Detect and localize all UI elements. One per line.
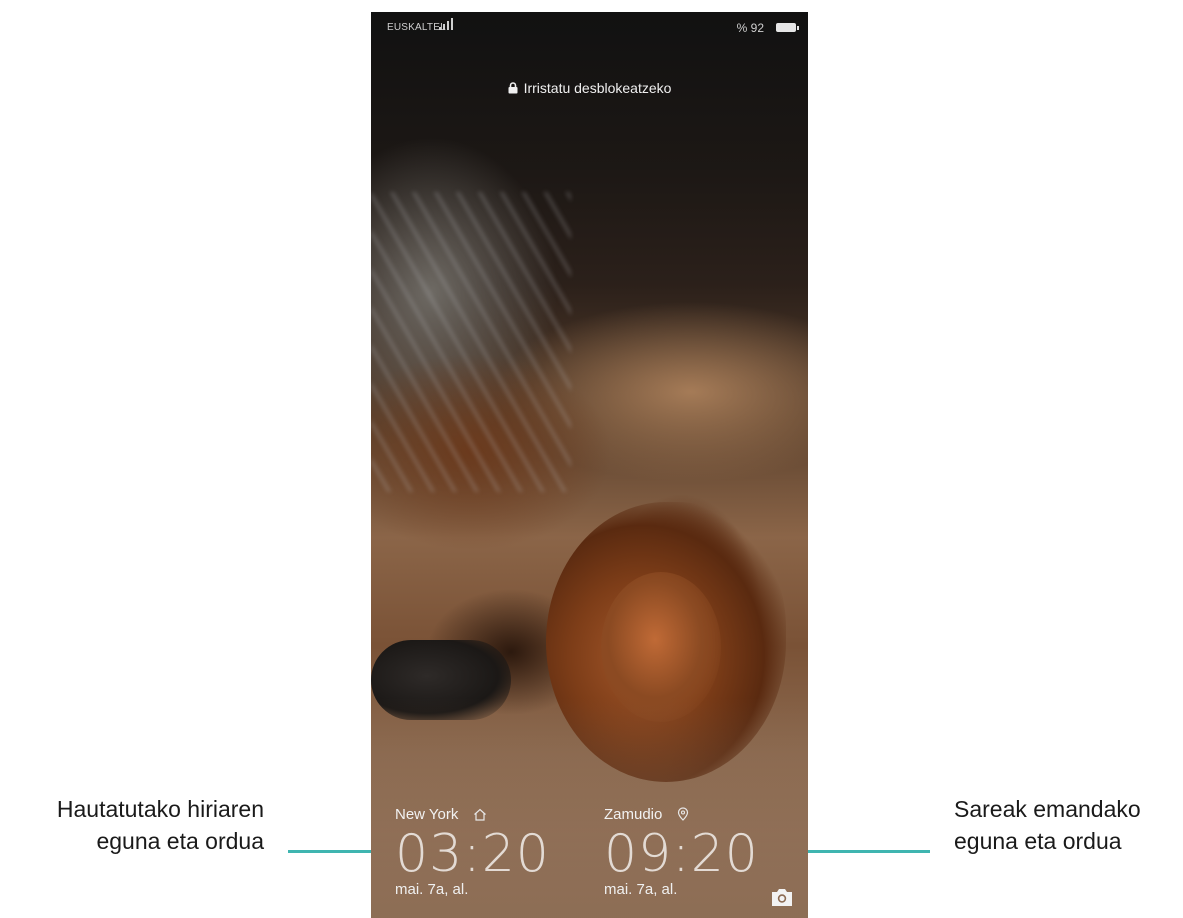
signal-bars-icon [435, 18, 453, 30]
battery-percent: % 92 [736, 21, 764, 35]
clock-time: 09:20 [604, 824, 759, 884]
unlock-hint: Irristatu desblokeatzeko [371, 80, 808, 97]
annotation-network-city: Sareak emandako eguna eta ordua [954, 793, 1183, 857]
location-pin-icon [677, 807, 688, 821]
clock-time: 03:20 [395, 824, 550, 884]
clock-city-label: New York [395, 806, 550, 823]
annotation-selected-city: Hautatutako hiriaren eguna eta ordua [0, 793, 264, 857]
wallpaper-strings [371, 192, 571, 492]
status-bar: EUSKALTEL % 92 [371, 12, 808, 42]
annotation-left-leader [288, 850, 378, 853]
lock-icon [508, 81, 518, 97]
annotation-left-line2: eguna eta ordua [96, 828, 264, 854]
annotation-right-line1: Sareak emandako [954, 796, 1141, 822]
clock-city-name: Zamudio [604, 806, 663, 823]
clock-network-city: Zamudio 09:20 mai. 7a, al. [604, 806, 759, 898]
unlock-hint-text: Irristatu desblokeatzeko [523, 80, 672, 96]
home-icon [473, 808, 486, 821]
annotation-right-line2: eguna eta ordua [954, 828, 1122, 854]
clock-city-label: Zamudio [604, 806, 759, 823]
camera-icon[interactable] [770, 888, 794, 912]
annotation-left-line1: Hautatutako hiriaren [56, 796, 264, 822]
lock-screen[interactable]: EUSKALTEL % 92 Irristatu desblokeatzeko … [371, 12, 808, 918]
clock-city-name: New York [395, 806, 459, 823]
battery-icon [776, 23, 799, 32]
clock-home-city: New York 03:20 mai. 7a, al. [395, 806, 550, 898]
